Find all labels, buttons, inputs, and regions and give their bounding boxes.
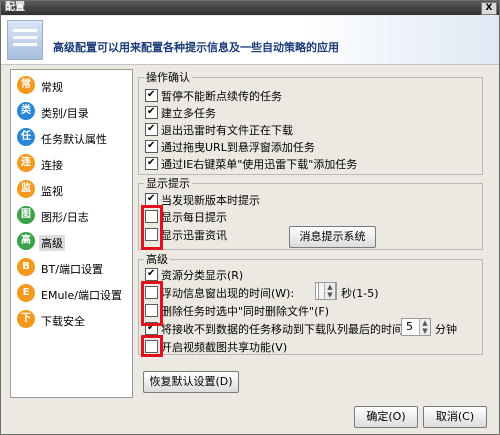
highlight-box: [141, 281, 163, 326]
sidebar-item-category[interactable]: 类 类别/目录: [14, 100, 129, 122]
sidebar-item-label: 监视: [41, 185, 63, 198]
ok-button[interactable]: 确定(O): [354, 406, 418, 428]
cancel-button[interactable]: 取消(C): [423, 406, 487, 428]
sidebar-item-label: 常规: [41, 81, 63, 94]
sidebar-item-task-defaults[interactable]: 任 任务默认属性: [14, 126, 129, 148]
sidebar-item-label: 连接: [41, 159, 63, 172]
emule-icon: E: [17, 284, 35, 302]
checkbox[interactable]: [145, 88, 158, 102]
sidebar-item-general[interactable]: 常 常规: [14, 74, 129, 96]
sidebar-item-graph-log[interactable]: 图 图形/日志: [14, 204, 129, 226]
sidebar-item-label: 图形/日志: [41, 211, 89, 224]
sidebar-item-label: 任务默认属性: [41, 133, 107, 146]
settings-panel-icon: [7, 20, 43, 60]
close-button[interactable]: X: [481, 2, 497, 15]
checkbox-label: 建立多任务: [161, 107, 216, 120]
config-dialog: 配置 X 高级配置可以用来配置各种提示信息及一些自动策略的应用 常 常规 类 类…: [0, 0, 500, 435]
monitor-icon: 监: [17, 180, 35, 198]
checkbox-label: 开启视频截图共享功能(V): [161, 341, 288, 354]
sidebar-item-download-security[interactable]: 下 下载安全: [14, 308, 129, 330]
sidebar-item-label: 类别/目录: [41, 107, 89, 120]
settings-content: 操作确认 暂停不能断点续传的任务 建立多任务 退出迅雷时有文件正在下载 通过拖曳…: [138, 69, 489, 396]
sidebar-item-monitor[interactable]: 监 监视: [14, 178, 129, 200]
checkbox-label: 退出迅雷时有文件正在下载: [161, 124, 293, 137]
category-sidebar: 常 常规 类 类别/目录 任 任务默认属性 连 连接 监 监视 图 图形/日志 …: [10, 69, 133, 398]
sidebar-item-bt-port[interactable]: B BT/端口设置: [14, 256, 129, 278]
checkbox-label: 资源分类显示(R): [161, 269, 244, 282]
general-icon: 常: [17, 76, 35, 94]
highlight-box: [141, 335, 163, 357]
checkbox[interactable]: [145, 122, 158, 136]
float-time-value-box[interactable]: 5 ▲▼: [318, 282, 336, 300]
sidebar-item-emule-port[interactable]: E EMule/端口设置: [14, 282, 129, 304]
group-title: 显示提示: [146, 177, 190, 190]
spinner-arrows-icon[interactable]: ▲ ▼: [419, 319, 430, 335]
dialog-header: 高级配置可以用来配置各种提示信息及一些自动策略的应用: [1, 16, 499, 65]
gear-icon: 任: [17, 128, 35, 146]
connection-icon: 连: [17, 154, 35, 172]
checkbox-label: 将接收不到数据的任务移动到下载队列最后的时间(T):: [161, 323, 423, 336]
checkbox-label: 通过IE右键菜单"使用迅雷下载"添加任务: [161, 158, 358, 171]
spinner-value: 5: [406, 320, 413, 333]
spinner-arrows-icon[interactable]: ▲ ▼: [324, 283, 335, 299]
sidebar-item-connection[interactable]: 连 连接: [14, 152, 129, 174]
sidebar-item-label: BT/端口设置: [41, 263, 103, 276]
move-time-spinner[interactable]: 5 ▲ ▼: [401, 318, 431, 336]
checkbox[interactable]: [145, 105, 158, 119]
checkbox-label: 暂停不能断点续传的任务: [161, 90, 282, 103]
header-description: 高级配置可以用来配置各种提示信息及一些自动策略的应用: [53, 41, 339, 54]
sidebar-item-label: 下载安全: [41, 315, 85, 328]
sidebar-item-label: EMule/端口设置: [41, 289, 122, 302]
move-time-unit: 分钟: [435, 323, 457, 336]
chart-icon: 图: [17, 206, 35, 224]
checkbox[interactable]: [145, 267, 158, 281]
group-title: 高级: [146, 253, 168, 266]
message-tips-system-button[interactable]: 消息提示系统: [289, 226, 376, 248]
group-title: 操作确认: [146, 71, 190, 84]
sidebar-item-advanced[interactable]: 高 高级: [14, 230, 129, 252]
checkbox-label: 显示迅雷资讯: [161, 229, 227, 242]
bt-icon: B: [17, 258, 35, 276]
checkbox-label: 显示每日提示: [161, 211, 227, 224]
checkbox-label: 删除任务时选中"同时删除文件"(F): [161, 305, 330, 318]
checkbox[interactable]: [145, 139, 158, 153]
checkbox-label: 当发现新版本时提示: [161, 194, 260, 207]
advanced-gear-icon: 高: [17, 232, 35, 250]
highlight-box: [141, 205, 163, 250]
folder-icon: 类: [17, 102, 35, 120]
window-title: 配置: [5, 2, 25, 13]
checkbox[interactable]: [145, 156, 158, 170]
title-bar[interactable]: 配置 X: [1, 1, 499, 15]
float-time-unit: 秒(1-5): [341, 287, 379, 300]
restore-defaults-button[interactable]: 恢复默认设置(D): [143, 371, 239, 393]
checkbox-label: 通过拖曳URL到悬浮窗添加任务: [161, 141, 315, 154]
checkbox-label: 浮动信息窗出现的时间(W):: [161, 287, 295, 300]
shield-icon: 下: [17, 310, 35, 328]
sidebar-item-label: 高级: [39, 235, 65, 251]
